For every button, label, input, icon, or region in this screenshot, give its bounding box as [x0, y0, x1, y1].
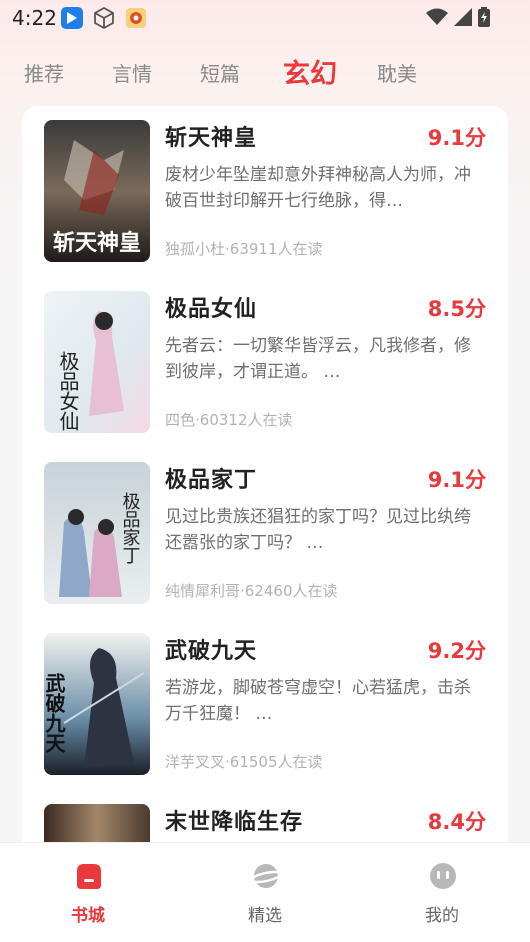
- book-author: 独孤小杜: [165, 240, 226, 258]
- signal-icon: [454, 8, 472, 30]
- tab-danmei[interactable]: 耽美: [377, 58, 417, 87]
- book-meta: 独孤小杜·63911人在读: [165, 240, 323, 258]
- book-readers: 62460人在读: [244, 582, 338, 600]
- tab-fantasy[interactable]: 玄幻: [283, 52, 337, 91]
- book-author: 四色: [165, 411, 196, 429]
- svg-text:极品家丁: 极品家丁: [120, 492, 141, 564]
- book-score: 9.1分: [427, 126, 486, 150]
- book-cover[interactable]: 极品家丁: [44, 462, 150, 604]
- book-readers: 61505人在读: [229, 753, 323, 771]
- book-title: 斩天神皇: [165, 126, 258, 151]
- bookstore-icon: [74, 861, 104, 891]
- book-meta: 纯情犀利哥·62460人在读: [165, 582, 338, 600]
- book-title: 极品家丁: [165, 468, 258, 493]
- book-title: 武破九天: [165, 639, 258, 664]
- tab-recommend[interactable]: 推荐: [24, 58, 64, 87]
- book-description: 先者云：一切繁华皆浮云，凡我修者，修到彼岸，才谓正道。 …: [165, 336, 471, 382]
- book-item[interactable]: 斩天神皇 斩天神皇 9.1分 废材少年坠崖却意外拜神秘高人为师，冲破百世封印解开…: [22, 106, 508, 262]
- book-score: 8.4分: [427, 810, 486, 834]
- book-meta: 四色·60312人在读: [165, 411, 293, 429]
- book-score: 9.1分: [427, 468, 486, 492]
- app-notification-icon: [60, 6, 84, 30]
- book-author: 洋芋叉叉: [165, 753, 226, 771]
- cube-icon: [92, 6, 116, 30]
- bottom-navigation: 书城 精选 我的: [0, 842, 530, 942]
- book-readers: 63911人在读: [229, 240, 323, 258]
- nav-label: 精选: [248, 906, 282, 926]
- nav-bookstore[interactable]: 书城: [0, 843, 176, 942]
- book-score: 8.5分: [427, 297, 486, 321]
- battery-icon: [478, 7, 490, 31]
- tab-short[interactable]: 短篇: [200, 58, 240, 87]
- planet-icon: [250, 861, 282, 891]
- wifi-icon: [426, 8, 448, 30]
- book-readers: 60312人在读: [199, 411, 293, 429]
- face-icon: [428, 861, 458, 891]
- book-title: 末世降临生存: [165, 810, 304, 835]
- book-score: 9.2分: [427, 639, 486, 663]
- svg-text:武破九天: 武破九天: [44, 673, 66, 754]
- book-meta: 洋芋叉叉·61505人在读: [165, 753, 323, 771]
- nav-featured[interactable]: 精选: [177, 843, 353, 942]
- status-time: 4:22: [12, 6, 57, 30]
- status-indicators: [426, 7, 490, 31]
- book-cover[interactable]: 武破九天: [44, 633, 150, 775]
- book-title: 极品女仙: [165, 297, 258, 322]
- book-item[interactable]: 武破九天 武破九天 9.2分 若游龙，脚破苍穹虚空！心若猛虎，击杀万千狂魔！ ……: [22, 619, 508, 775]
- status-bar: 4:22: [0, 0, 530, 36]
- book-item[interactable]: 极品女仙 极品女仙 8.5分 先者云：一切繁华皆浮云，凡我修者，修到彼岸，才谓正…: [22, 277, 508, 433]
- book-description: 若游龙，脚破苍穹虚空！心若猛虎，击杀万千狂魔！ …: [165, 678, 471, 724]
- game-app-icon: [124, 6, 148, 30]
- book-description: 见过比贵族还猖狂的家丁吗？见过比纨绔还嚣张的家丁吗？ …: [165, 507, 471, 553]
- nav-label: 书城: [71, 906, 105, 926]
- book-author: 纯情犀利哥: [165, 582, 241, 600]
- tab-romance[interactable]: 言情: [112, 58, 152, 87]
- book-cover[interactable]: 极品女仙: [44, 291, 150, 433]
- book-cover[interactable]: 斩天神皇: [44, 120, 150, 262]
- svg-text:斩天神皇: 斩天神皇: [53, 230, 141, 256]
- book-list: 斩天神皇 斩天神皇 9.1分 废材少年坠崖却意外拜神秘高人为师，冲破百世封印解开…: [22, 106, 508, 866]
- nav-mine[interactable]: 我的: [354, 843, 530, 942]
- book-description: 废材少年坠崖却意外拜神秘高人为师，冲破百世封印解开七行绝脉，得…: [165, 165, 471, 211]
- book-item[interactable]: 极品家丁 极品家丁 9.1分 见过比贵族还猖狂的家丁吗？见过比纨绔还嚣张的家丁吗…: [22, 448, 508, 604]
- nav-label: 我的: [425, 906, 459, 926]
- svg-text:极品女仙: 极品女仙: [56, 351, 80, 431]
- category-tabs: 推荐 言情 短篇 玄幻 耽美: [0, 52, 530, 92]
